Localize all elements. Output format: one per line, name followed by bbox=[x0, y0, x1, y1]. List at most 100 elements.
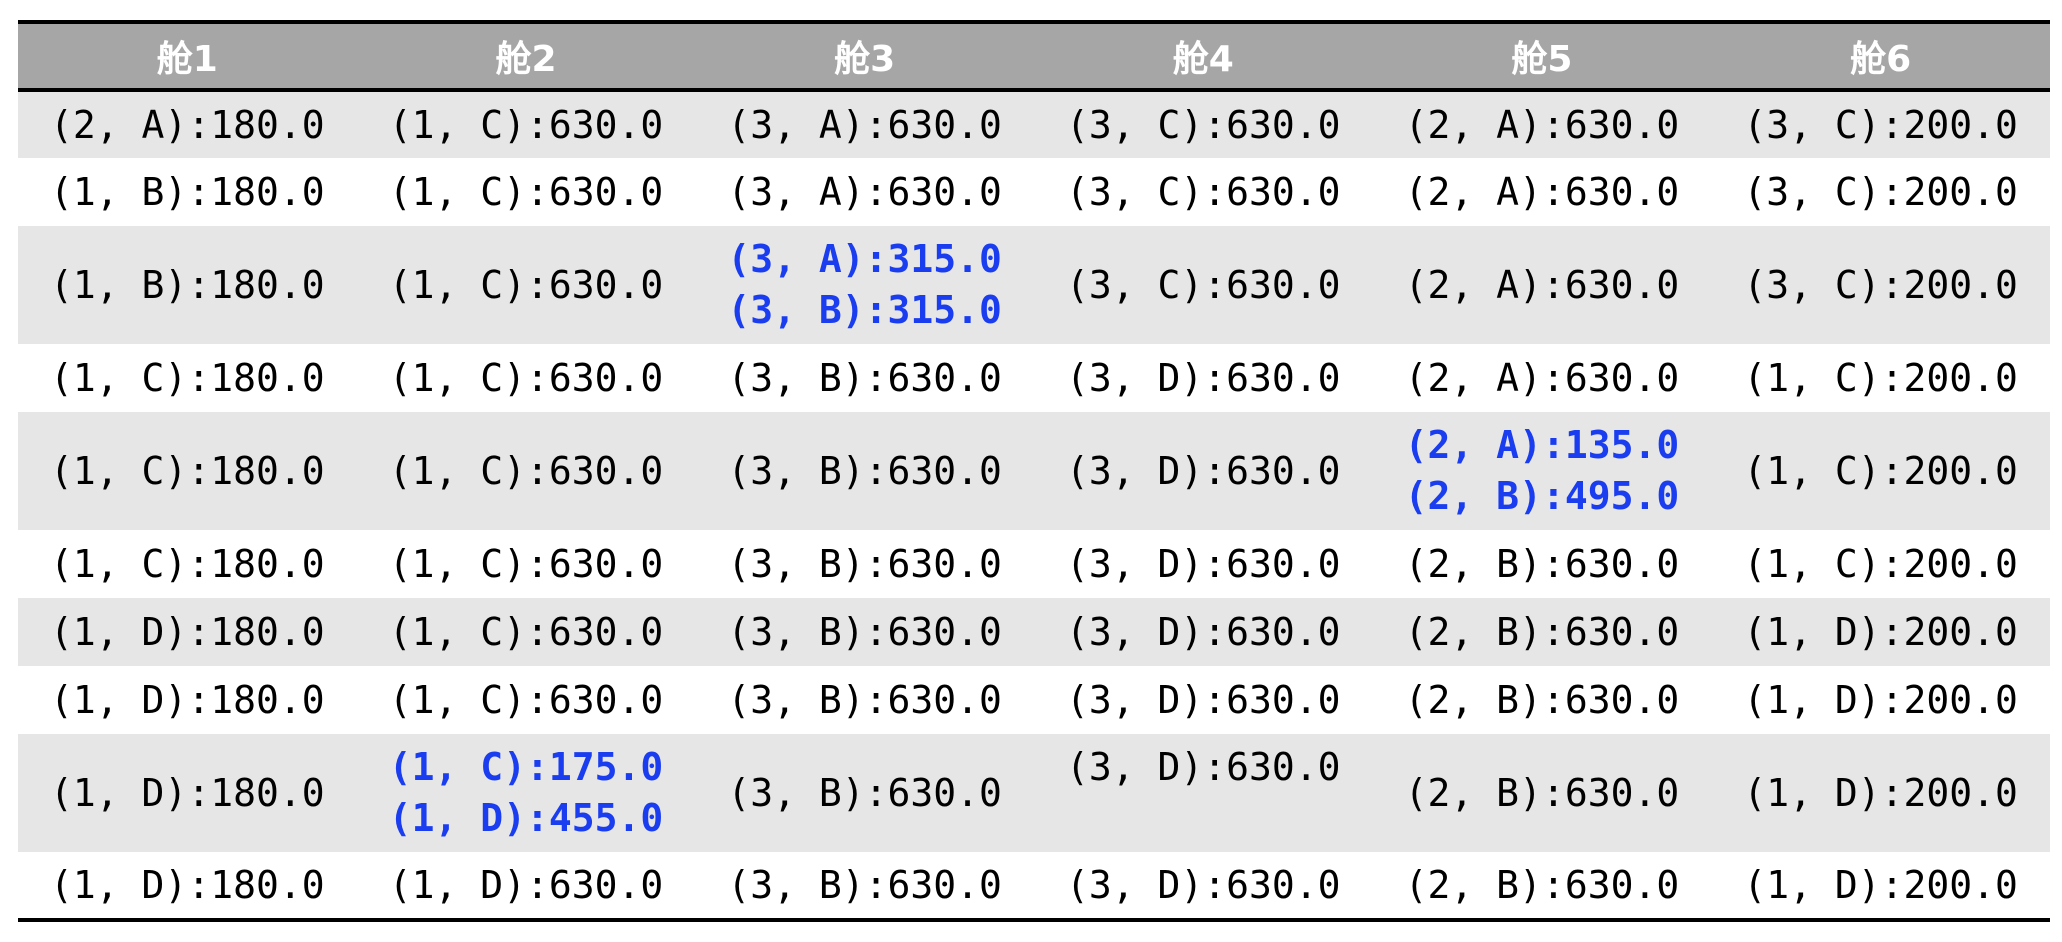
allocation-value: (3, D):630.0 bbox=[1066, 745, 1341, 789]
allocation-value: (3, B):630.0 bbox=[727, 541, 1002, 586]
allocation-value: (1, B):180.0 bbox=[50, 262, 325, 307]
column-header-cabin-4: 舱4 bbox=[1172, 39, 1234, 80]
table-cell-cabin-2: (1, C):175.0 (1, D):455.0 bbox=[357, 734, 696, 852]
allocation-value: (3, C):200.0 bbox=[1743, 262, 2018, 307]
table-cell-cabin-4: (3, C):630.0 bbox=[1034, 226, 1373, 344]
table-cell-cabin-6: (1, D):200.0 bbox=[1711, 598, 2050, 666]
table-row: (2, A):180.0 (1, C):630.0 (3, A):630.0 (3, … bbox=[18, 90, 2050, 158]
allocation-value: (3, B):630.0 bbox=[727, 448, 1002, 493]
table-cell-cabin-6: (1, C):200.0 bbox=[1711, 530, 2050, 598]
table-row: (1, C):180.0 (1, C):630.0 (3, B):630.0 (3, … bbox=[18, 412, 2050, 530]
allocation-value: (3, D):630.0 bbox=[1066, 541, 1341, 586]
column-header-cabin-1: 舱1 bbox=[156, 39, 218, 80]
allocation-value: (2, A):630.0 bbox=[1404, 262, 1680, 307]
allocation-value: (3, B):630.0 bbox=[727, 355, 1002, 400]
allocation-value: (1, C):200.0 bbox=[1743, 448, 2018, 493]
table-cell-cabin-4: (3, D):630.0 bbox=[1034, 530, 1373, 598]
allocation-value: (3, B):630.0 bbox=[727, 770, 1002, 815]
allocation-value: (1, D):200.0 bbox=[1743, 677, 2018, 722]
allocation-value: (3, C):630.0 bbox=[1066, 169, 1341, 214]
table-cell-cabin-2: (1, C):630.0 bbox=[357, 226, 696, 344]
table-cell-cabin-5: (2, B):630.0 bbox=[1373, 666, 1712, 734]
allocation-value: (2, A):630.0 bbox=[1404, 355, 1680, 400]
table-cell-cabin-4: (3, C):630.0 bbox=[1034, 158, 1373, 226]
column-header-cabin-5: 舱5 bbox=[1511, 39, 1573, 80]
allocation-value: (1, C):630.0 bbox=[388, 102, 664, 147]
table-cell-cabin-1: (1, C):180.0 bbox=[18, 412, 357, 530]
split-allocation-value: (1, D):455.0 bbox=[388, 796, 664, 840]
allocation-value: (1, C):180.0 bbox=[50, 448, 325, 493]
table-row: (1, B):180.0 (1, C):630.0 (3, A):315.0 (3, … bbox=[18, 226, 2050, 344]
allocation-value: (3, C):200.0 bbox=[1743, 169, 2018, 214]
allocation-value: (3, C):630.0 bbox=[1066, 102, 1341, 147]
table-cell-cabin-3: (3, B):630.0 bbox=[695, 666, 1034, 734]
table-cell-cabin-4: (3, D):630.0 bbox=[1034, 852, 1373, 920]
allocation-value: (3, B):630.0 bbox=[727, 609, 1002, 654]
allocation-value: (1, D):200.0 bbox=[1743, 609, 2018, 654]
table-cell-cabin-5: (2, A):630.0 bbox=[1373, 158, 1712, 226]
allocation-value: (1, D):180.0 bbox=[50, 862, 325, 907]
table-cell-cabin-3: (3, A):630.0 bbox=[695, 90, 1034, 158]
allocation-value: (3, D):630.0 bbox=[1066, 609, 1341, 654]
table-row: (1, B):180.0 (1, C):630.0 (3, A):630.0 (3, … bbox=[18, 158, 2050, 226]
table-cell-cabin-3: (3, A):630.0 bbox=[695, 158, 1034, 226]
table-row: (1, C):180.0 (1, C):630.0 (3, B):630.0 (3, … bbox=[18, 344, 2050, 412]
allocation-value: (1, C):200.0 bbox=[1743, 355, 2018, 400]
column-header-cabin-3: 舱3 bbox=[834, 39, 896, 80]
allocation-value: (2, B):630.0 bbox=[1404, 677, 1680, 722]
split-allocation-value: (1, C):175.0 bbox=[388, 745, 664, 789]
table-cell-cabin-2: (1, C):630.0 bbox=[357, 344, 696, 412]
table-cell-cabin-1: (1, B):180.0 bbox=[18, 226, 357, 344]
allocation-value: (1, C):630.0 bbox=[388, 448, 664, 493]
allocation-value: (2, B):630.0 bbox=[1404, 609, 1680, 654]
split-allocation-value: (3, A):315.0 bbox=[727, 237, 1002, 281]
table-cell-cabin-3: (3, B):630.0 bbox=[695, 852, 1034, 920]
allocation-value: (1, C):180.0 bbox=[50, 355, 325, 400]
allocation-value: (3, B):630.0 bbox=[727, 677, 1002, 722]
header-row: 舱1 舱2 舱3 舱4 舱5 舱6 bbox=[18, 22, 2050, 90]
table-cell-cabin-5: (2, B):630.0 bbox=[1373, 530, 1712, 598]
table-cell-cabin-2: (1, C):630.0 bbox=[357, 158, 696, 226]
table-cell-cabin-3: (3, B):630.0 bbox=[695, 734, 1034, 852]
table-cell-cabin-4: (3, D):630.0 bbox=[1034, 412, 1373, 530]
allocation-table-container: 舱1 舱2 舱3 舱4 舱5 舱6 (2, A):180.0 (1, C):630… bbox=[18, 20, 2050, 922]
table-body: (2, A):180.0 (1, C):630.0 (3, A):630.0 (3, … bbox=[18, 90, 2050, 920]
allocation-value: (3, C):630.0 bbox=[1066, 262, 1341, 307]
table-cell-cabin-6: (3, C):200.0 bbox=[1711, 90, 2050, 158]
allocation-value: (2, A):630.0 bbox=[1404, 102, 1680, 147]
table-cell-cabin-3: (3, B):630.0 bbox=[695, 598, 1034, 666]
table-cell-cabin-6: (3, C):200.0 bbox=[1711, 226, 2050, 344]
allocation-value: (1, C):630.0 bbox=[388, 609, 664, 654]
table-cell-cabin-3: (3, B):630.0 bbox=[695, 412, 1034, 530]
table-cell-cabin-6: (1, C):200.0 bbox=[1711, 412, 2050, 530]
table-row: (1, D):180.0 (1, D):630.0 (3, B):630.0 (3, … bbox=[18, 852, 2050, 920]
allocation-value: (1, D):180.0 bbox=[50, 770, 325, 815]
table-cell-cabin-1: (1, D):180.0 bbox=[18, 598, 357, 666]
split-allocation-value: (2, B):495.0 bbox=[1404, 474, 1680, 518]
allocation-value: (1, C):630.0 bbox=[388, 355, 664, 400]
table-cell-cabin-5: (2, A):630.0 bbox=[1373, 344, 1712, 412]
allocation-value: (1, C):200.0 bbox=[1743, 541, 2018, 586]
allocation-value: (3, D):630.0 bbox=[1066, 355, 1341, 400]
table-row: (1, D):180.0 (1, C):175.0 (1, D):455.0 (3, … bbox=[18, 734, 2050, 852]
allocation-value: (1, C):630.0 bbox=[388, 169, 664, 214]
allocation-value: (2, A):180.0 bbox=[50, 102, 325, 147]
column-header-cabin-6: 舱6 bbox=[1850, 39, 1912, 80]
table-row: (1, D):180.0 (1, C):630.0 (3, B):630.0 (3, … bbox=[18, 598, 2050, 666]
allocation-value: (1, D):630.0 bbox=[388, 862, 664, 907]
table-cell-cabin-2: (1, D):630.0 bbox=[357, 852, 696, 920]
cabin-allocation-table: 舱1 舱2 舱3 舱4 舱5 舱6 (2, A):180.0 (1, C):630… bbox=[18, 20, 2050, 922]
allocation-value: (3, D):630.0 bbox=[1066, 677, 1341, 722]
table-cell-cabin-1: (2, A):180.0 bbox=[18, 90, 357, 158]
allocation-value: (1, D):200.0 bbox=[1743, 770, 2018, 815]
table-cell-cabin-4: (3, D):630.0 bbox=[1034, 734, 1373, 852]
allocation-value: (2, B):630.0 bbox=[1404, 770, 1680, 815]
table-cell-cabin-6: (1, D):200.0 bbox=[1711, 734, 2050, 852]
allocation-value: (1, D):200.0 bbox=[1743, 862, 2018, 907]
table-cell-cabin-1: (1, C):180.0 bbox=[18, 344, 357, 412]
table-cell-cabin-5: (2, B):630.0 bbox=[1373, 598, 1712, 666]
table-row: (1, D):180.0 (1, C):630.0 (3, B):630.0 (3, … bbox=[18, 666, 2050, 734]
table-cell-cabin-4: (3, C):630.0 bbox=[1034, 90, 1373, 158]
allocation-value: (2, B):630.0 bbox=[1404, 541, 1680, 586]
table-cell-cabin-5: (2, B):630.0 bbox=[1373, 734, 1712, 852]
